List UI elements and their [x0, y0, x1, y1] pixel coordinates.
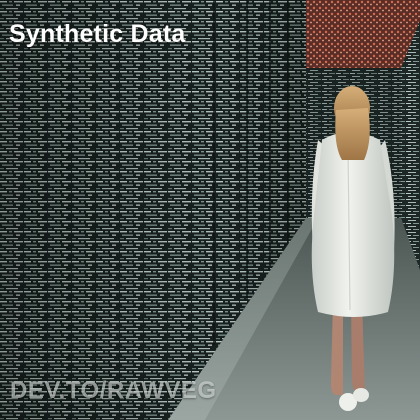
- data-corridor-scene: [0, 0, 420, 420]
- poster-canvas: Synthetic Data DEV.TO/RAWVEG: [0, 0, 420, 420]
- poster-title: Synthetic Data: [9, 20, 186, 48]
- site-watermark: DEV.TO/RAWVEG: [10, 377, 217, 404]
